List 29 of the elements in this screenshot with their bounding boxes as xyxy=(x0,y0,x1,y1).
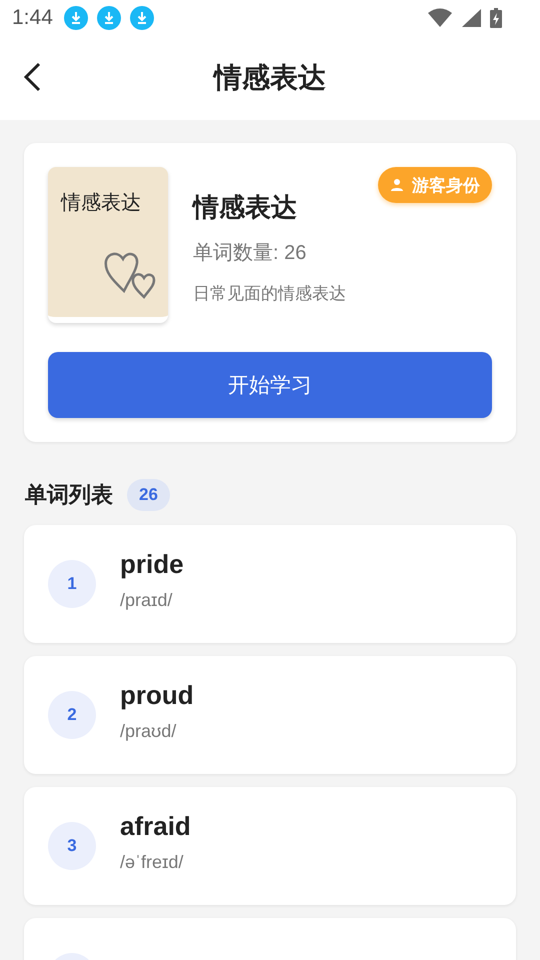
word-card[interactable]: 3 afraid /əˈfreɪd/ xyxy=(24,787,516,905)
word-text: afraid xyxy=(120,811,191,842)
book-title: 情感表达 xyxy=(193,191,298,224)
wifi-icon xyxy=(428,8,452,28)
book-description: 日常见面的情感表达 xyxy=(193,283,346,305)
page-title: 情感表达 xyxy=(214,61,326,95)
badge-label: 游客身份 xyxy=(412,174,480,196)
word-number: 2 xyxy=(48,691,96,739)
section-title: 单词列表 xyxy=(25,481,113,509)
word-number: 3 xyxy=(48,822,96,870)
cover-title: 情感表达 xyxy=(61,191,141,216)
phonetic-text: /əˈfreɪd/ xyxy=(120,852,184,873)
download-icon xyxy=(130,6,154,30)
battery-icon xyxy=(490,8,502,28)
download-icon xyxy=(96,6,121,30)
signal-icon xyxy=(461,8,481,28)
download-icon xyxy=(64,6,88,30)
person-icon xyxy=(390,178,404,192)
word-text: pride xyxy=(120,549,184,580)
word-card[interactable]: 1 pride /praɪd/ xyxy=(24,525,516,643)
word-text: proud xyxy=(120,680,194,711)
word-card[interactable]: 2 proud /praʊd/ xyxy=(24,656,516,774)
phonetic-text: /praɪd/ xyxy=(120,590,174,611)
count-badge: 26 xyxy=(127,479,170,511)
word-count: 单词数量: 26 xyxy=(193,241,308,266)
status-time: 1:44 xyxy=(12,6,53,30)
phonetic-text: /praʊd/ xyxy=(120,721,178,742)
word-number: 1 xyxy=(48,560,96,608)
start-button[interactable]: 开始学习 xyxy=(48,352,492,418)
